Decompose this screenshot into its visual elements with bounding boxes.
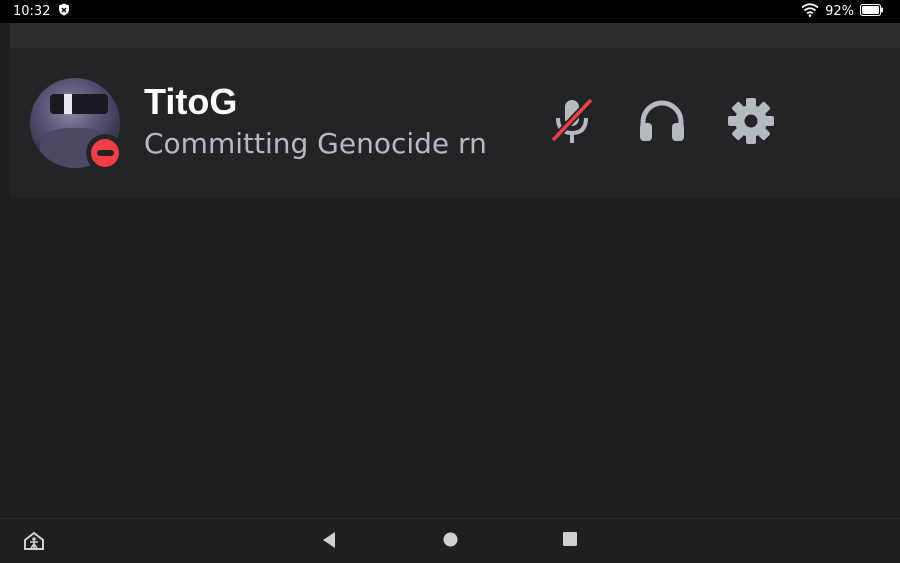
mute-button[interactable] — [547, 96, 597, 150]
custom-status[interactable]: Committing Genocide rn — [144, 126, 487, 162]
battery-icon — [860, 3, 884, 20]
accessibility-home-icon[interactable] — [23, 531, 45, 551]
status-bar: 10:32 92% — [0, 0, 900, 23]
avatar-glare — [64, 94, 72, 114]
system-nav-bar — [0, 518, 900, 563]
headset-icon — [637, 97, 687, 149]
settings-gear-icon — [727, 97, 775, 149]
user-panel: TitoG Committing Genocide rn — [10, 48, 900, 198]
dnd-bar — [96, 150, 114, 156]
battery-percent: 92% — [825, 4, 854, 19]
dnd-icon — [91, 139, 119, 167]
avatar-sunglasses — [50, 94, 108, 114]
shield-icon — [58, 3, 70, 20]
microphone-muted-icon — [548, 96, 596, 150]
username[interactable]: TitoG — [144, 80, 237, 124]
recents-square-icon[interactable] — [562, 531, 578, 547]
clock: 10:32 — [13, 4, 51, 19]
home-circle-icon[interactable] — [442, 531, 459, 548]
deafen-button[interactable] — [637, 98, 687, 148]
status-right: 92% — [801, 2, 884, 21]
top-strip — [10, 23, 900, 48]
back-triangle-icon[interactable] — [321, 531, 337, 549]
status-left: 10:32 — [13, 3, 70, 20]
wifi-icon — [801, 2, 819, 21]
avatar-wrapper[interactable] — [30, 78, 124, 172]
settings-button[interactable] — [726, 98, 776, 148]
presence-indicator — [86, 134, 124, 172]
